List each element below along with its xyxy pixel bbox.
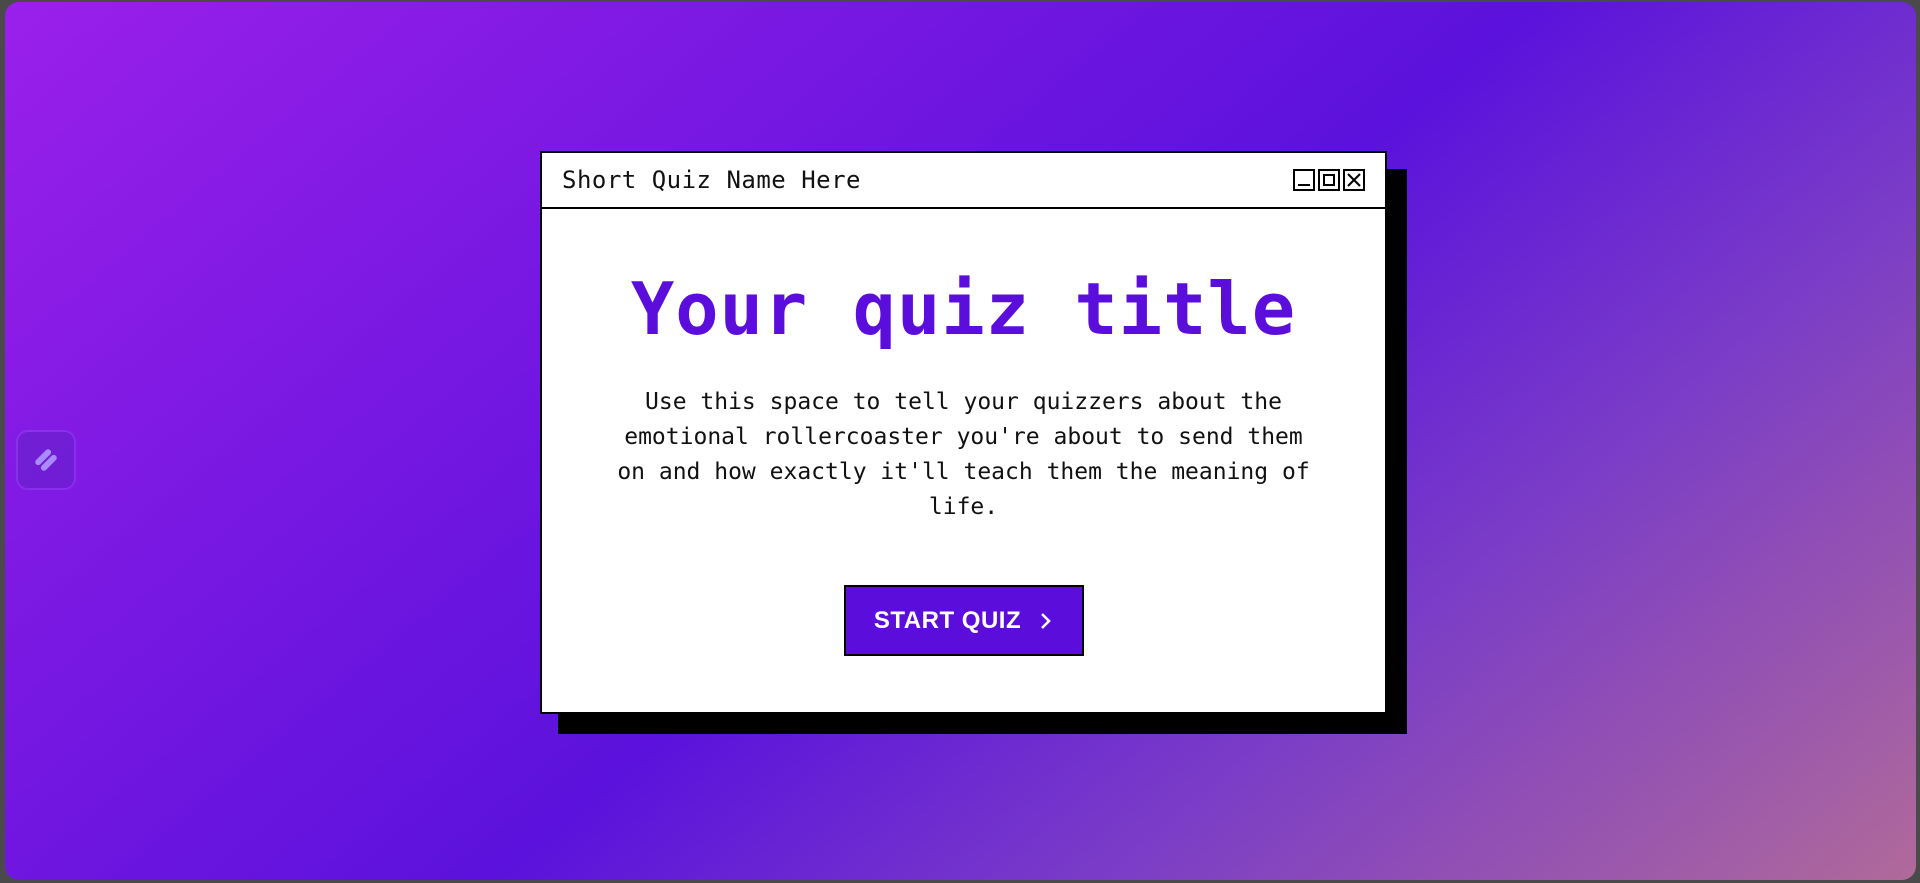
quiz-window: Short Quiz Name Here Your quiz title Use… — [540, 151, 1387, 714]
quiz-title: Your quiz title — [630, 267, 1297, 351]
minimize-icon[interactable] — [1293, 169, 1315, 191]
window-title: Short Quiz Name Here — [562, 166, 861, 194]
quiz-description: Use this space to tell your quizzers abo… — [617, 389, 1310, 520]
window-titlebar: Short Quiz Name Here — [542, 153, 1385, 209]
logo-icon — [35, 449, 57, 471]
window-controls — [1293, 169, 1365, 191]
quiz-content: Your quiz title Use this space to tell y… — [542, 209, 1385, 656]
chevron-right-icon — [1041, 612, 1051, 629]
close-icon[interactable] — [1343, 169, 1365, 191]
maximize-icon[interactable] — [1318, 169, 1340, 191]
start-quiz-button[interactable]: START QUIZ — [843, 585, 1084, 656]
side-logo-button[interactable] — [18, 432, 74, 488]
start-quiz-label: START QUIZ — [873, 606, 1022, 634]
app-background: Short Quiz Name Here Your quiz title Use… — [5, 2, 1916, 880]
